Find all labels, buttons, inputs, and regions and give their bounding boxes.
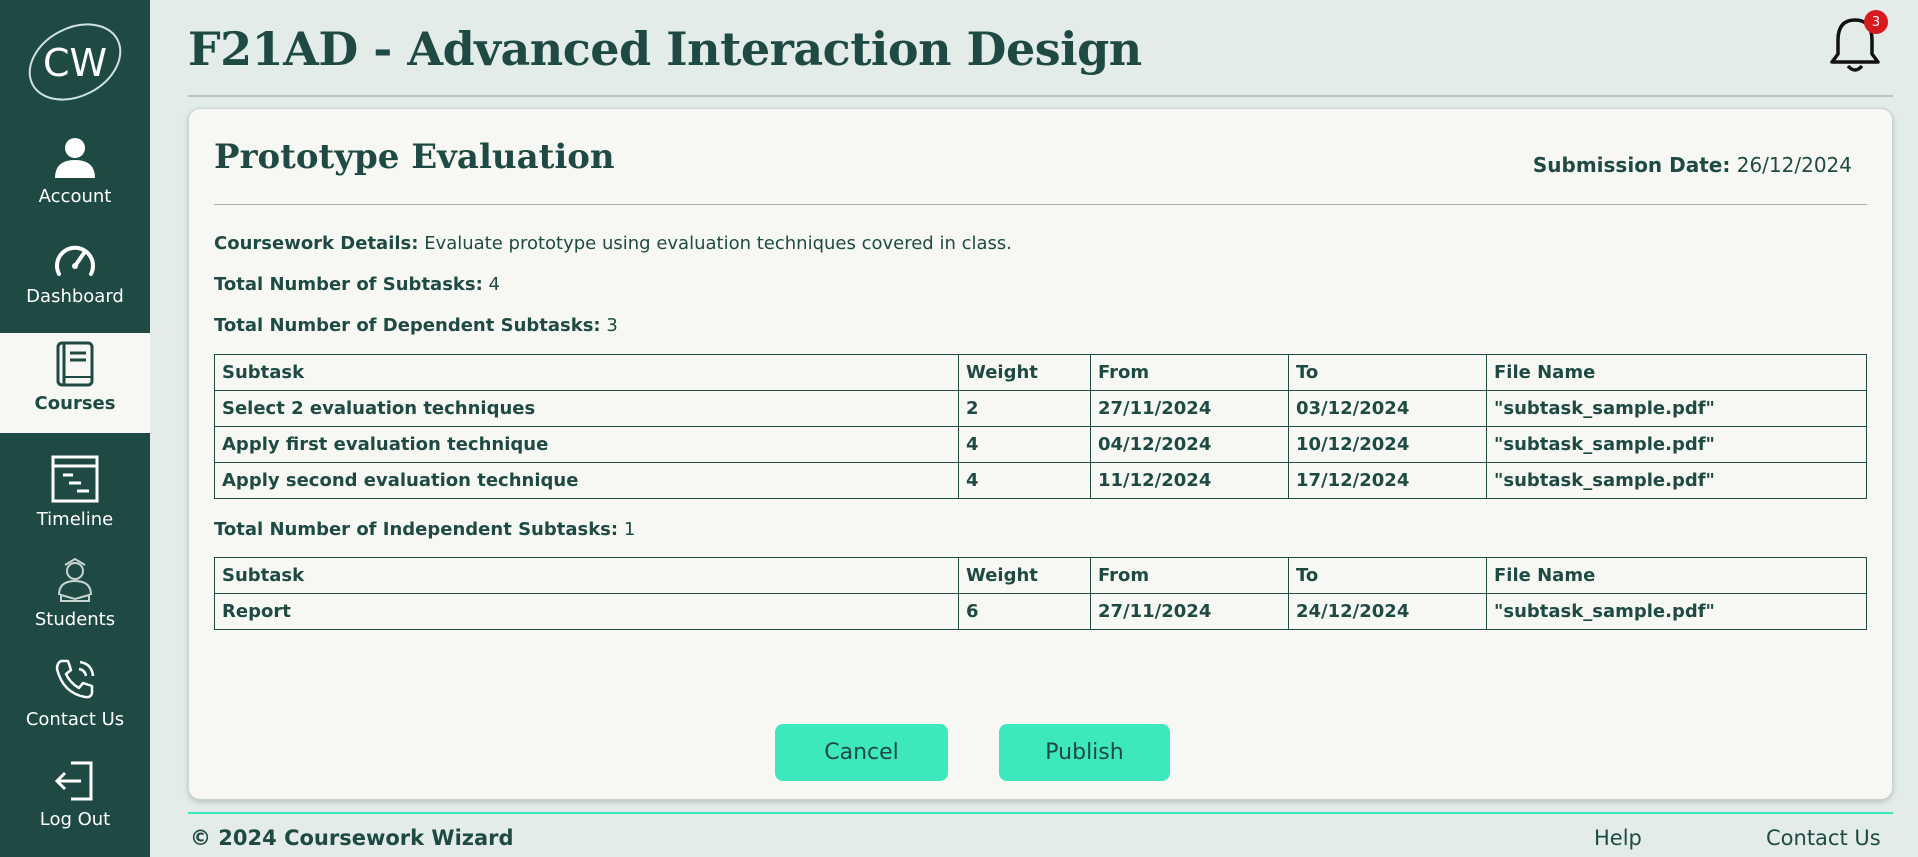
- table-row: Apply first evaluation technique 4 04/12…: [214, 426, 1867, 463]
- column-header-weight: Weight: [958, 354, 1091, 391]
- dependent-label: Total Number of Dependent Subtasks:: [214, 315, 601, 336]
- student-icon: [53, 553, 97, 603]
- footer-divider: [188, 812, 1893, 814]
- details-label: Coursework Details:: [214, 233, 419, 254]
- table-cell: Report: [214, 593, 959, 630]
- subtasks-label: Total Number of Subtasks:: [214, 274, 483, 295]
- dependent-subtasks-table: Subtask Weight From To File Name Select …: [214, 354, 1867, 499]
- sidebar-item-label: Account: [38, 186, 112, 207]
- footer-contact-link[interactable]: Contact Us: [1766, 826, 1881, 850]
- phone-icon: [51, 653, 99, 703]
- sidebar-item-label: Timeline: [36, 509, 114, 530]
- table-row: Select 2 evaluation techniques 2 27/11/2…: [214, 390, 1867, 427]
- table-cell: 27/11/2024: [1090, 593, 1289, 630]
- book-icon: [55, 333, 95, 387]
- publish-button[interactable]: Publish: [999, 724, 1170, 781]
- column-header-subtask: Subtask: [214, 557, 959, 594]
- table-cell: "subtask_sample.pdf": [1486, 462, 1867, 499]
- table-header-row: Subtask Weight From To File Name: [214, 557, 1867, 594]
- submission-label: Submission Date:: [1532, 153, 1731, 177]
- independent-label: Total Number of Independent Subtasks:: [214, 519, 619, 540]
- speedometer-icon: [53, 230, 97, 280]
- copyright: © 2024 Coursework Wizard: [190, 826, 514, 850]
- total-independent-subtasks: Total Number of Independent Subtasks: 1: [214, 519, 635, 540]
- logout-icon: [53, 753, 97, 803]
- sidebar-item-label: Contact Us: [25, 709, 125, 730]
- sidebar-item-logout[interactable]: Log Out: [0, 753, 150, 853]
- table-cell: Apply second evaluation technique: [214, 462, 959, 499]
- sidebar-item-label: Log Out: [39, 809, 111, 830]
- sidebar-item-timeline[interactable]: Timeline: [0, 453, 150, 553]
- column-header-file-name: File Name: [1486, 354, 1867, 391]
- table-cell: 10/12/2024: [1288, 426, 1487, 463]
- footer-help-link[interactable]: Help: [1594, 826, 1642, 850]
- column-header-file-name: File Name: [1486, 557, 1867, 594]
- table-cell: Apply first evaluation technique: [214, 426, 959, 463]
- column-header-from: From: [1090, 557, 1289, 594]
- table-cell: "subtask_sample.pdf": [1486, 426, 1867, 463]
- sidebar-item-courses[interactable]: Courses: [0, 333, 150, 433]
- sidebar-item-dashboard[interactable]: Dashboard: [0, 230, 150, 330]
- user-icon: [53, 130, 97, 180]
- table-row: Report 6 27/11/2024 24/12/2024 "subtask_…: [214, 593, 1867, 630]
- header-divider: [188, 95, 1893, 97]
- svg-text:CW: CW: [43, 41, 107, 85]
- table-cell: 03/12/2024: [1288, 390, 1487, 427]
- total-dependent-subtasks: Total Number of Dependent Subtasks: 3: [214, 315, 618, 336]
- table-cell: 2: [958, 390, 1091, 427]
- column-header-to: To: [1288, 354, 1487, 391]
- total-subtasks: Total Number of Subtasks: 4: [214, 274, 500, 295]
- table-row: Apply second evaluation technique 4 11/1…: [214, 462, 1867, 499]
- card-divider: [214, 204, 1867, 205]
- sidebar-item-label: Students: [34, 609, 116, 630]
- sidebar-item-contact[interactable]: Contact Us: [0, 653, 150, 753]
- independent-value: 1: [623, 519, 636, 540]
- independent-subtasks-table: Subtask Weight From To File Name Report …: [214, 557, 1867, 630]
- table-cell: 11/12/2024: [1090, 462, 1289, 499]
- column-header-weight: Weight: [958, 557, 1091, 594]
- column-header-from: From: [1090, 354, 1289, 391]
- table-cell: 24/12/2024: [1288, 593, 1487, 630]
- table-cell: Select 2 evaluation techniques: [214, 390, 959, 427]
- notification-badge: 3: [1864, 10, 1888, 34]
- sidebar-item-students[interactable]: Students: [0, 553, 150, 653]
- table-cell: 6: [958, 593, 1091, 630]
- sidebar-item-label: Dashboard: [26, 286, 124, 307]
- submission-date: Submission Date: 26/12/2024: [1533, 153, 1852, 177]
- submission-value: 26/12/2024: [1736, 153, 1852, 177]
- timeline-icon: [51, 453, 99, 503]
- sidebar: CW Account Dashboard Courses Timeline St…: [0, 0, 150, 857]
- sidebar-item-label: Courses: [34, 393, 116, 414]
- table-cell: 4: [958, 426, 1091, 463]
- table-cell: "subtask_sample.pdf": [1486, 390, 1867, 427]
- details-value: Evaluate prototype using evaluation tech…: [424, 233, 1012, 254]
- table-header-row: Subtask Weight From To File Name: [214, 354, 1867, 391]
- coursework-card: Prototype Evaluation Submission Date: 26…: [188, 108, 1893, 800]
- table-cell: 27/11/2024: [1090, 390, 1289, 427]
- cancel-button[interactable]: Cancel: [775, 724, 948, 781]
- coursework-details: Coursework Details: Evaluate prototype u…: [214, 233, 1012, 254]
- column-header-to: To: [1288, 557, 1487, 594]
- table-cell: "subtask_sample.pdf": [1486, 593, 1867, 630]
- logo[interactable]: CW: [20, 14, 130, 106]
- coursework-title: Prototype Evaluation: [214, 137, 615, 177]
- logo-icon: CW: [28, 23, 122, 101]
- table-cell: 04/12/2024: [1090, 426, 1289, 463]
- sidebar-item-account[interactable]: Account: [0, 130, 150, 230]
- subtasks-value: 4: [488, 274, 500, 295]
- dependent-value: 3: [606, 315, 618, 336]
- page-title: F21AD - Advanced Interaction Design: [188, 22, 1142, 76]
- table-cell: 4: [958, 462, 1091, 499]
- table-cell: 17/12/2024: [1288, 462, 1487, 499]
- column-header-subtask: Subtask: [214, 354, 959, 391]
